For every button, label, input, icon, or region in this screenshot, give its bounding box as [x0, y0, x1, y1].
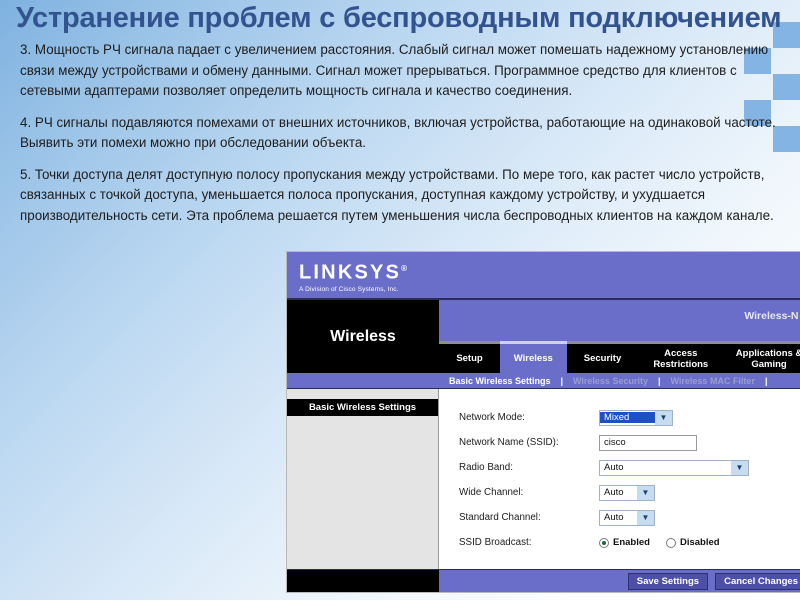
- network-mode-value: Mixed: [600, 412, 655, 423]
- ssid-label: Network Name (SSID):: [459, 437, 559, 448]
- standard-channel-value: Auto: [604, 512, 624, 523]
- router-tab-bar: Setup Wireless Security Access Restricti…: [439, 341, 800, 373]
- paragraph-5: 5. Точки доступа делят доступную полосу …: [20, 166, 774, 223]
- paragraph-4: 4. РЧ сигналы подавляются помехами от вн…: [20, 114, 776, 151]
- field-row-ssid-broadcast: SSID Broadcast: Enabled Disabled: [459, 532, 800, 553]
- ssid-broadcast-control: Enabled Disabled: [599, 537, 736, 548]
- tab-security[interactable]: Security: [566, 341, 639, 373]
- tab-applications-gaming[interactable]: Applications & Gaming: [723, 341, 800, 373]
- field-row-radio-band: Radio Band: Auto ▼: [459, 457, 800, 478]
- save-settings-button[interactable]: Save Settings: [627, 573, 709, 590]
- chevron-down-icon[interactable]: ▼: [731, 460, 748, 475]
- ssid-broadcast-label: SSID Broadcast:: [459, 537, 532, 548]
- subtab-wireless-mac-filter[interactable]: Wireless MAC Filter: [661, 376, 765, 386]
- basic-wireless-settings-form: Network Mode: Mixed ▼ Network Name (SSID…: [440, 389, 800, 569]
- section-title: Wireless: [287, 300, 439, 373]
- standard-channel-label: Standard Channel:: [459, 512, 541, 523]
- wide-channel-select[interactable]: Auto ▼: [599, 484, 655, 501]
- footer-black-block: [287, 570, 439, 592]
- subtab-separator: |: [764, 375, 768, 386]
- router-section-row: Wireless Wireless-N B Setup Wireless Sec…: [287, 300, 800, 373]
- brand-tagline: A Division of Cisco Systems, Inc.: [299, 285, 399, 293]
- router-subtab-bar: Basic Wireless Settings | Wireless Secur…: [287, 373, 800, 389]
- subtab-wireless-security[interactable]: Wireless Security: [563, 376, 658, 386]
- brand-name: LINKSYS®: [299, 261, 410, 284]
- tab-setup[interactable]: Setup: [439, 341, 501, 373]
- router-sidebar: Basic Wireless Settings: [287, 389, 439, 569]
- cancel-changes-button[interactable]: Cancel Changes: [715, 573, 800, 590]
- radio-band-label: Radio Band:: [459, 462, 513, 473]
- field-row-ssid: Network Name (SSID): cisco: [459, 432, 800, 453]
- paragraph-3: 3. Мощность РЧ сигнала падает с увеличен…: [20, 42, 769, 98]
- linksys-router-screenshot: LINKSYS® A Division of Cisco Systems, In…: [286, 251, 800, 593]
- router-model-label: Wireless-N B: [744, 310, 800, 322]
- wide-channel-value: Auto: [604, 487, 624, 498]
- network-mode-label: Network Mode:: [459, 412, 525, 423]
- radio-unselected-icon[interactable]: [665, 537, 676, 548]
- field-row-wide-channel: Wide Channel: Auto ▼: [459, 482, 800, 503]
- radio-band-select[interactable]: Auto ▼: [599, 459, 749, 476]
- standard-channel-control: Auto ▼: [599, 509, 655, 526]
- network-mode-select[interactable]: Mixed ▼: [599, 409, 673, 426]
- ssid-broadcast-disabled-option[interactable]: Disabled: [665, 537, 720, 548]
- slide-body-text: 3. Мощность РЧ сигнала падает с увеличен…: [20, 40, 778, 237]
- slide-canvas: Устранение проблем с беспроводным подклю…: [0, 0, 800, 600]
- sidebar-heading: Basic Wireless Settings: [287, 399, 438, 416]
- tab-access-restrictions[interactable]: Access Restrictions: [638, 341, 724, 373]
- footer-button-group: Save Settings Cancel Changes: [627, 573, 800, 590]
- ssid-broadcast-enabled-label: Enabled: [613, 537, 650, 548]
- network-mode-control: Mixed ▼: [599, 409, 673, 426]
- trademark-symbol: ®: [401, 264, 410, 273]
- sidebar-spacer: [287, 389, 438, 399]
- chevron-down-icon[interactable]: ▼: [637, 510, 654, 525]
- subtab-basic-wireless-settings[interactable]: Basic Wireless Settings: [439, 376, 560, 386]
- ssid-broadcast-disabled-label: Disabled: [679, 537, 720, 548]
- chevron-down-icon[interactable]: ▼: [655, 410, 672, 425]
- field-row-standard-channel: Standard Channel: Auto ▼: [459, 507, 800, 528]
- router-logo-bar: LINKSYS® A Division of Cisco Systems, In…: [287, 252, 800, 300]
- router-content-area: Basic Wireless Settings Network Mode: Mi…: [287, 389, 800, 569]
- ssid-control: cisco: [599, 434, 697, 451]
- radio-band-control: Auto ▼: [599, 459, 749, 476]
- ssid-input[interactable]: cisco: [599, 434, 697, 451]
- ssid-broadcast-enabled-option[interactable]: Enabled: [599, 537, 650, 548]
- standard-channel-select[interactable]: Auto ▼: [599, 509, 655, 526]
- field-row-network-mode: Network Mode: Mixed ▼: [459, 407, 800, 428]
- radio-selected-icon[interactable]: [599, 537, 609, 548]
- wide-channel-label: Wide Channel:: [459, 487, 524, 498]
- tab-wireless[interactable]: Wireless: [500, 341, 567, 373]
- chevron-down-icon[interactable]: ▼: [637, 485, 654, 500]
- router-footer: Save Settings Cancel Changes: [287, 569, 800, 592]
- linksys-logo: LINKSYS® A Division of Cisco Systems, In…: [299, 258, 409, 294]
- wide-channel-control: Auto ▼: [599, 484, 655, 501]
- page-title: Устранение проблем с беспроводным подклю…: [16, 2, 782, 34]
- radio-band-value: Auto: [604, 462, 624, 473]
